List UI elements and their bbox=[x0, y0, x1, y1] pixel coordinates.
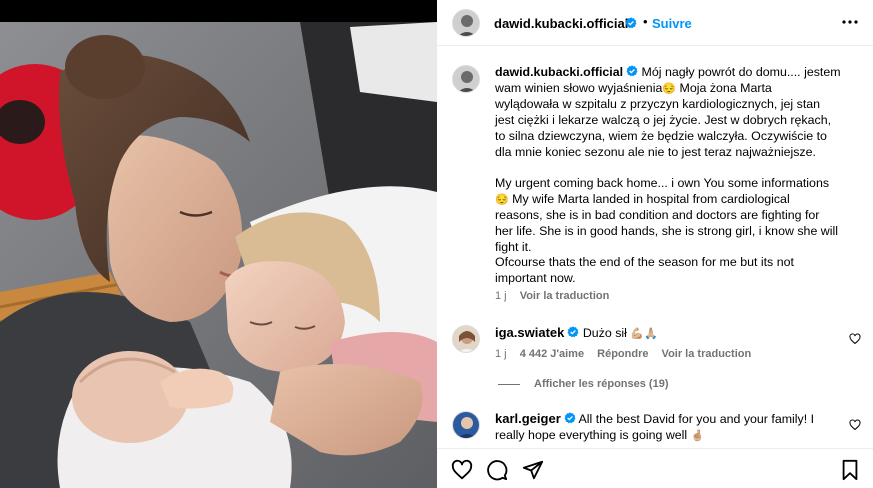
verified-badge-icon bbox=[625, 17, 637, 29]
photo-top-bar bbox=[0, 0, 437, 22]
commenter-avatar[interactable] bbox=[452, 325, 480, 353]
pensive-emoji-icon: 😔 bbox=[495, 193, 509, 206]
pensive-emoji-icon: 😔 bbox=[662, 82, 677, 95]
caption-line: jest ciężki i lekarze walczą o jej życie… bbox=[495, 113, 832, 128]
comment-body: All the best David for you and your fami… bbox=[578, 412, 815, 426]
author-username[interactable]: dawid.kubacki.official bbox=[494, 16, 628, 31]
fingers-crossed-emoji-icon: 🤞🏼 bbox=[690, 429, 705, 442]
comment-translate-link[interactable]: Voir la traduction bbox=[662, 348, 752, 360]
caption-line: her life. She is in good hands, she is s… bbox=[495, 224, 838, 239]
comment-icon[interactable] bbox=[486, 459, 508, 481]
comment-text: iga.swiatek Dużo sił 💪🏼🙏🏼 bbox=[495, 325, 835, 343]
caption-line: Moja żona Marta bbox=[679, 80, 772, 95]
comment-like-heart-icon[interactable] bbox=[849, 333, 861, 345]
follow-button[interactable]: Suivre bbox=[652, 16, 692, 31]
caption-line: wam winien słowo wyjaśnienia bbox=[495, 80, 663, 95]
verified-badge-icon bbox=[564, 412, 576, 424]
verified-badge-icon bbox=[626, 65, 638, 77]
separator-dot: • bbox=[643, 14, 648, 29]
comment-body: Dużo sił bbox=[582, 326, 627, 340]
comment-text: karl.geiger All the best David for you a… bbox=[495, 411, 835, 444]
caption-line: important now. bbox=[495, 271, 576, 286]
strength-prayer-emoji-icon: 💪🏼🙏🏼 bbox=[630, 328, 658, 340]
caption-line: dla mnie koniec sezonu ale nie to jest t… bbox=[495, 144, 816, 159]
caption-line: My wife Marta landed in hospital from ca… bbox=[512, 191, 790, 206]
view-replies-button[interactable]: Afficher les réponses (19) bbox=[498, 378, 669, 390]
more-options-icon[interactable] bbox=[840, 14, 860, 30]
verified-badge-icon bbox=[567, 326, 579, 338]
post-caption: dawid.kubacki.official Mój nagły powrót … bbox=[495, 65, 855, 287]
caption-line: My urgent coming back home... i own You … bbox=[495, 175, 830, 190]
post-action-bar bbox=[437, 448, 873, 488]
author-avatar[interactable] bbox=[452, 9, 480, 37]
caption-translate-link[interactable]: Voir la traduction bbox=[520, 290, 610, 302]
caption-author-avatar[interactable] bbox=[452, 65, 480, 93]
comment-likes[interactable]: 4 442 J'aime bbox=[520, 348, 584, 360]
comment-meta: 1 j 4 442 J'aime Répondre Voir la traduc… bbox=[495, 348, 761, 360]
heart-icon[interactable] bbox=[451, 459, 473, 481]
commenter-avatar[interactable] bbox=[452, 411, 480, 439]
caption-line: to silna dziewczyna, wiem że będzie walc… bbox=[495, 128, 827, 143]
reply-button[interactable]: Répondre bbox=[597, 348, 648, 360]
post-header: dawid.kubacki.official • Suivre bbox=[437, 0, 873, 46]
comment-time: 1 j bbox=[495, 348, 507, 360]
caption-line: reasons, she is in bad condition and doc… bbox=[495, 208, 820, 223]
caption-time: 1 j bbox=[495, 290, 507, 302]
commenter-username[interactable]: karl.geiger bbox=[495, 411, 561, 426]
view-replies-label: Afficher les réponses (19) bbox=[534, 378, 669, 390]
caption-meta: 1 j Voir la traduction bbox=[495, 290, 619, 302]
post-side-panel: dawid.kubacki.official • Suivre dawid.ku… bbox=[437, 0, 873, 488]
replies-divider-line bbox=[498, 383, 520, 385]
bookmark-icon[interactable] bbox=[839, 459, 861, 481]
caption-username[interactable]: dawid.kubacki.official bbox=[495, 65, 623, 79]
comment-like-heart-icon[interactable] bbox=[849, 419, 861, 431]
family-photo-illustration bbox=[0, 22, 437, 488]
post-photo[interactable] bbox=[0, 0, 437, 488]
commenter-username[interactable]: iga.swiatek bbox=[495, 325, 564, 340]
caption-line: fight it. bbox=[495, 239, 532, 254]
caption-line: Mój nagły powrót do domu.... jestem bbox=[641, 65, 841, 79]
caption-line: wylądowała w szpitalu z przyczyn kardiol… bbox=[495, 97, 821, 112]
share-icon[interactable] bbox=[522, 459, 544, 481]
comment-body: really hope everything is going well bbox=[495, 427, 688, 442]
caption-line: Ofcourse thats the end of the season for… bbox=[495, 255, 794, 270]
